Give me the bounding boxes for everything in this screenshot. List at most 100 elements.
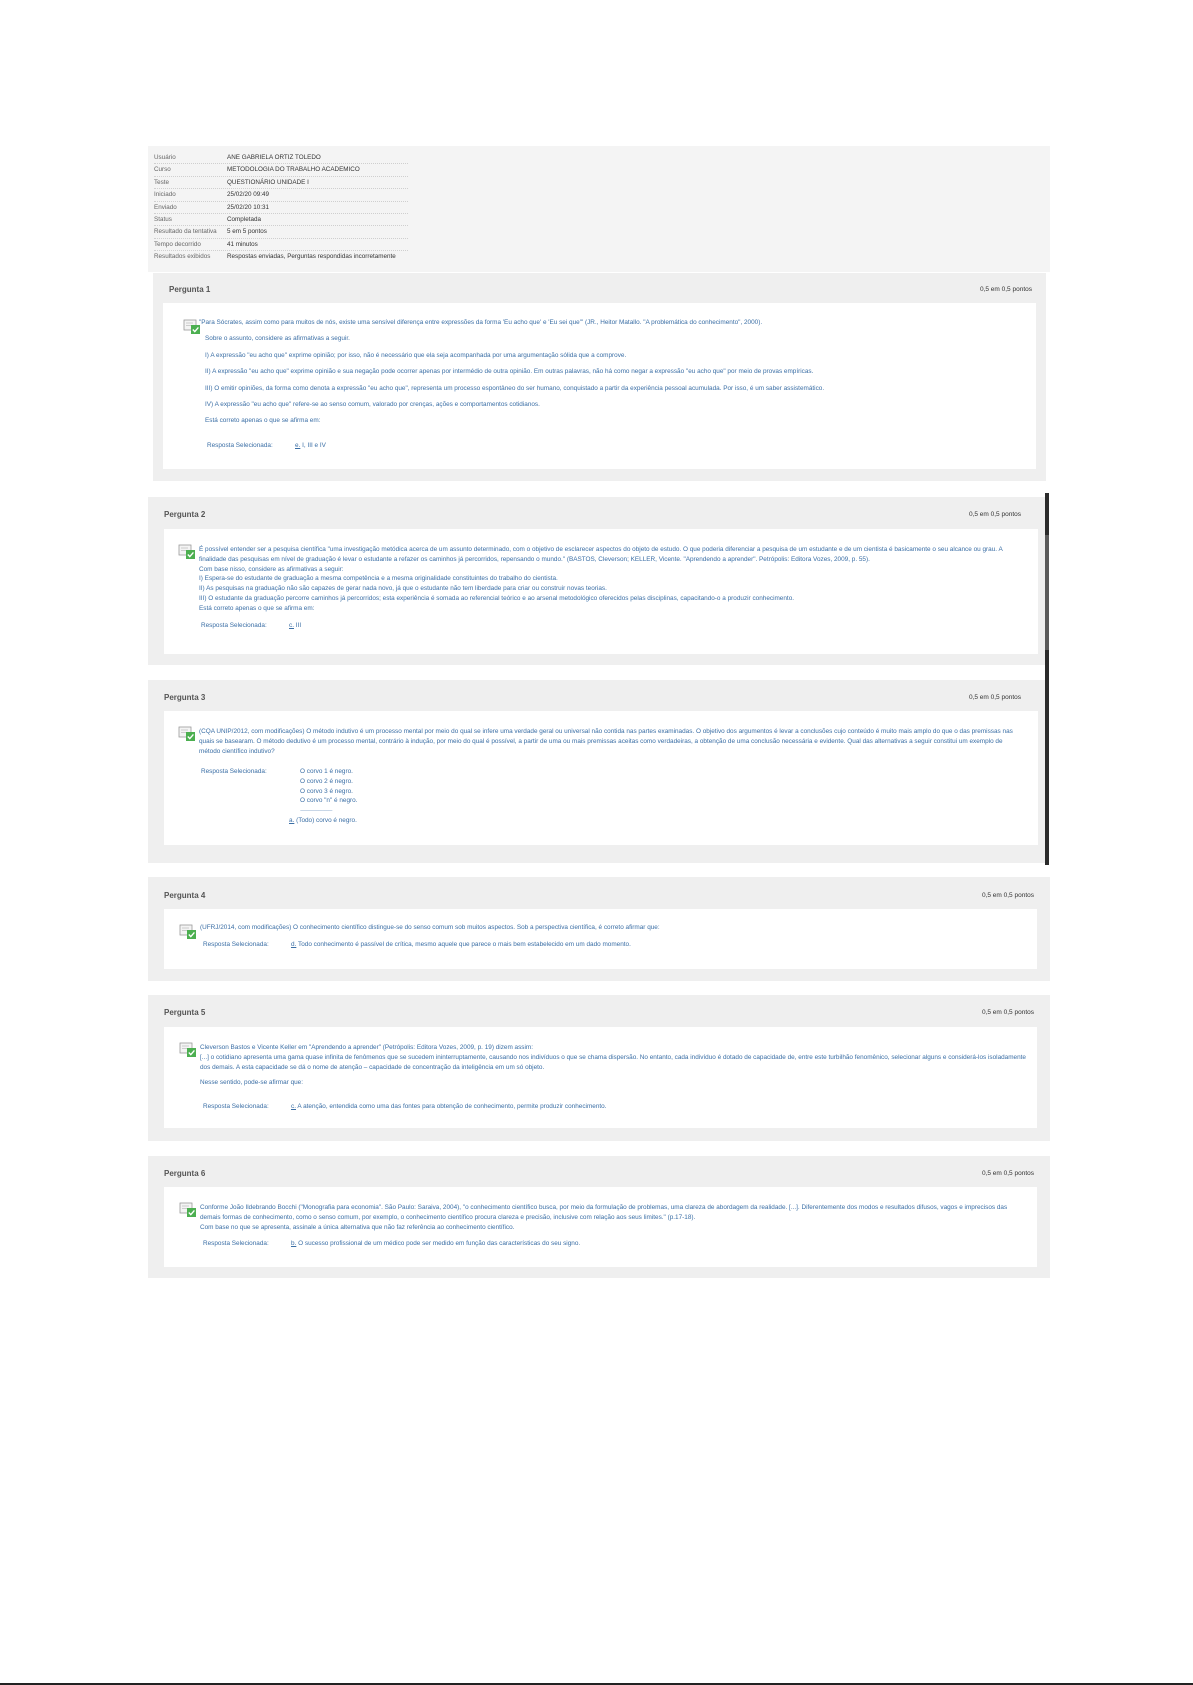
question-points: 0,5 em 0,5 pontos (968, 511, 1021, 518)
question-line: II) As pesquisas na graduação não são ca… (199, 585, 607, 593)
question-line: [...] o cotidiano apresenta uma gama qua… (200, 1053, 1026, 1071)
question-line: Nesse sentido, pode-se afirmar que: (200, 1079, 304, 1087)
question-6-card: Conforme João Ildebrando Bocchi ("Monogr… (164, 1187, 1037, 1267)
summary-row-elapsed: Tempo decorrido 41 minutos (154, 239, 408, 252)
answer-text: III (295, 622, 302, 629)
answer-letter: e. (295, 442, 301, 449)
summary-label: Enviado (154, 203, 177, 211)
summary-value: 25/02/20 09:49 (227, 191, 270, 199)
summary-value: QUESTIONÁRIO UNIDADE I (227, 178, 309, 186)
question-line: Está correto apenas o que se afirma em: (199, 604, 315, 612)
answer-text: I, III e IV (302, 442, 326, 449)
correct-answer-check-icon (179, 1202, 196, 1217)
question-3-segment: Pergunta 3 0,5 em 0,5 pontos (CQA UNIP/2… (148, 680, 1045, 863)
question-title: Pergunta 4 (164, 891, 206, 900)
selected-answer: O corvo 1 é negro. O corvo 2 é negro. O … (289, 767, 357, 826)
question-title: Pergunta 6 (164, 1169, 206, 1178)
question-1-card: "Para Sócrates, assim como para muitos d… (163, 303, 1036, 469)
question-points: 0,5 em 0,5 pontos (968, 694, 1021, 701)
question-5-segment: Pergunta 5 0,5 em 0,5 pontos Cleverson B… (148, 995, 1050, 1141)
selected-answer-label: Resposta Selecionada: (201, 622, 267, 629)
question-line: Cleverson Bastos e Vicente Keller em "Ap… (200, 1044, 534, 1051)
selected-answer-label: Resposta Selecionada: (201, 768, 267, 775)
answer-text: O sucesso profissional de um médico pode… (298, 1240, 581, 1247)
question-1-segment: Pergunta 1 0,5 em 0,5 pontos "Para Sócra… (153, 273, 1046, 481)
selected-answer-label: Resposta Selecionada: (203, 941, 269, 948)
question-points: 0,5 em 0,5 pontos (979, 286, 1032, 293)
summary-row-submitted: Enviado 25/02/20 10:31 (154, 202, 408, 214)
question-text: É possível entender ser a pesquisa cient… (199, 545, 1025, 614)
answer-text: A atenção, entendida como uma das fontes… (297, 1103, 607, 1110)
summary-row-status: Status Completada (154, 214, 408, 227)
correct-answer-check-icon (178, 544, 195, 559)
summary-label: Status (154, 216, 172, 223)
question-line: Sobre o assunto, considere as afirmativa… (205, 335, 350, 343)
summary-row-user: Usuário ANE GABRIELA ORTIZ TOLEDO (154, 152, 408, 165)
summary-row-course: Curso METODOLOGIA DO TRABALHO ACADEMICO (154, 164, 408, 177)
summary-value: Completada (227, 216, 261, 223)
question-2-segment: Pergunta 2 0,5 em 0,5 pontos É possível … (148, 497, 1045, 665)
summary-row-display: Resultados exibidos Respostas enviadas, P… (154, 251, 408, 263)
question-line: I) Espera-se do estudante de graduação a… (199, 575, 558, 583)
question-points: 0,5 em 0,5 pontos (981, 892, 1034, 899)
question-text: (CQA UNIP/2012, com modificações) O méto… (199, 727, 1025, 756)
question-2-card: É possível entender ser a pesquisa cient… (164, 529, 1038, 654)
answer-divider: ---------------------------- (300, 807, 333, 815)
question-title: Pergunta 2 (164, 510, 206, 519)
answer-text: O corvo 1 é negro. (300, 768, 353, 775)
scrollbar-thumb[interactable] (1045, 535, 1049, 650)
question-4-card: (UFRJ/2014, com modificações) O conhecim… (164, 909, 1037, 969)
summary-row-test: Teste QUESTIONÁRIO UNIDADE I (154, 177, 408, 190)
answer-letter: a. (289, 816, 295, 824)
question-points: 0,5 em 0,5 pontos (981, 1170, 1034, 1177)
answer-letter: d. (291, 941, 297, 948)
question-line: "Para Sócrates, assim como para muitos d… (199, 319, 763, 326)
summary-label: Iniciado (154, 191, 176, 199)
question-line: Com base no que se apresenta, assinale a… (200, 1223, 515, 1231)
summary-label: Curso (154, 166, 171, 174)
question-title: Pergunta 5 (164, 1008, 206, 1017)
summary-label: Usuário (154, 154, 176, 161)
question-line: I) A expressão "eu acho que" exprime opi… (205, 351, 627, 359)
summary-label: Tempo decorrido (154, 240, 201, 248)
selected-answer: d. Todo conhecimento é passível de críti… (291, 940, 631, 950)
selected-answer: b. O sucesso profissional de um médico p… (291, 1239, 580, 1249)
answer-letter: b. (291, 1240, 297, 1247)
correct-answer-check-icon (178, 726, 195, 741)
answer-letter: c. (289, 622, 294, 629)
summary-value: Respostas enviadas, Perguntas respondida… (227, 253, 396, 261)
question-line: É possível entender ser a pesquisa cient… (199, 546, 1003, 563)
correct-answer-check-icon (179, 924, 196, 939)
question-title: Pergunta 1 (169, 285, 211, 294)
question-line: Com base nisso, considere as afirmativas… (199, 565, 344, 573)
question-text: (UFRJ/2014, com modificações) O conhecim… (200, 924, 660, 931)
summary-label: Teste (154, 178, 170, 186)
selected-answer-label: Resposta Selecionada: (207, 442, 273, 449)
vertical-scrollbar[interactable] (1045, 493, 1049, 865)
answer-text: O corvo 3 é negro. (300, 787, 353, 795)
question-line: IV) A expressão "eu acho que" refere-se … (205, 400, 540, 408)
question-line: Está correto apenas o que se afirma em: (205, 417, 321, 425)
question-line: II) A expressão "eu acho que" exprime op… (205, 368, 814, 376)
summary-label: Resultados exibidos (154, 253, 211, 261)
question-4-segment: Pergunta 4 0,5 em 0,5 pontos (UFRJ/2014,… (148, 877, 1050, 981)
question-line: III) O estudante da graduação percorre c… (199, 594, 795, 602)
question-text: Cleverson Bastos e Vicente Keller em "Ap… (200, 1043, 1026, 1088)
question-6-segment: Pergunta 6 0,5 em 0,5 pontos Conforme Jo… (148, 1156, 1050, 1278)
attempt-summary: Usuário ANE GABRIELA ORTIZ TOLEDO Curso ME… (148, 146, 1050, 272)
question-line: (CQA UNIP/2012, com modificações) O méto… (199, 728, 1013, 755)
question-title: Pergunta 3 (164, 693, 206, 702)
question-text: "Para Sócrates, assim como para muitos d… (199, 318, 1025, 426)
question-points: 0,5 em 0,5 pontos (981, 1009, 1034, 1016)
answer-text: (Todo) corvo é negro. (296, 816, 357, 824)
summary-row-result: Resultado da tentativa 5 em 5 pontos (154, 226, 408, 239)
summary-label: Resultado da tentativa (154, 228, 217, 236)
selected-answer: c. III (289, 621, 301, 631)
question-5-card: Cleverson Bastos e Vicente Keller em "Ap… (164, 1027, 1037, 1128)
correct-answer-check-icon (179, 1042, 196, 1057)
summary-value: 41 minutos (227, 240, 258, 248)
summary-value: METODOLOGIA DO TRABALHO ACADEMICO (227, 166, 360, 174)
question-text: Conforme João Ildebrando Bocchi ("Monogr… (200, 1203, 1026, 1232)
summary-value: 25/02/20 10:31 (227, 203, 270, 211)
selected-answer-label: Resposta Selecionada: (203, 1240, 269, 1247)
